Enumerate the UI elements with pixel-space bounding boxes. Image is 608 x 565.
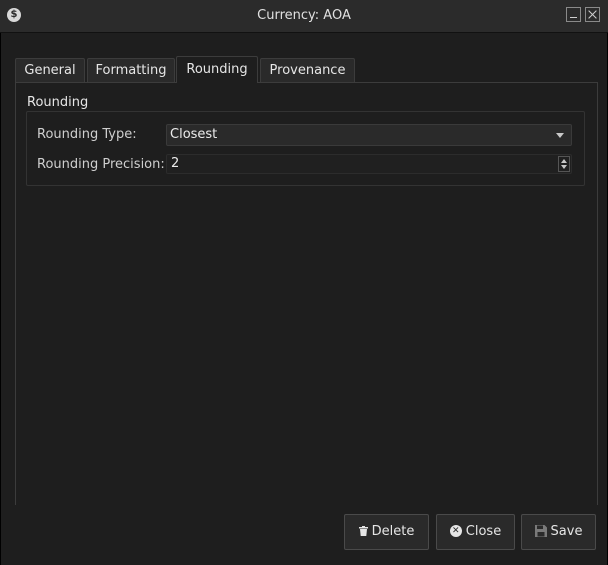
spin-up-icon[interactable] <box>561 159 567 163</box>
close-button[interactable]: ✕ Close <box>436 514 515 550</box>
chevron-down-icon <box>556 133 564 138</box>
minimize-button[interactable] <box>566 7 581 22</box>
close-window-button[interactable] <box>585 7 600 22</box>
close-button-label: Close <box>465 524 502 539</box>
window-frame-left <box>0 33 1 565</box>
rounding-precision-label: Rounding Precision: <box>37 157 165 172</box>
tab-general[interactable]: General <box>15 58 85 82</box>
x-circle-icon: ✕ <box>449 524 462 537</box>
rounding-group-box <box>26 111 585 186</box>
rounding-group-title: Rounding <box>27 95 89 110</box>
spin-buttons[interactable] <box>558 156 570 172</box>
save-button-label: Save <box>550 524 583 539</box>
tab-provenance[interactable]: Provenance <box>260 58 355 82</box>
rounding-precision-stepper[interactable]: 2 <box>166 154 572 174</box>
tab-rounding[interactable]: Rounding <box>176 56 258 83</box>
rounding-type-label: Rounding Type: <box>37 127 137 142</box>
rounding-type-value: Closest <box>170 127 218 142</box>
title-bar[interactable]: $ Currency: AOA <box>0 0 608 33</box>
trash-icon <box>358 525 368 536</box>
delete-button-label: Delete <box>371 524 415 539</box>
delete-button[interactable]: Delete <box>344 514 429 550</box>
save-button[interactable]: Save <box>521 514 596 550</box>
tab-formatting[interactable]: Formatting <box>87 58 175 82</box>
rounding-precision-value: 2 <box>171 156 180 171</box>
window-title: Currency: AOA <box>257 8 351 23</box>
floppy-disk-icon <box>534 524 547 537</box>
spin-down-icon[interactable] <box>561 165 567 169</box>
rounding-type-select[interactable]: Closest <box>166 124 572 146</box>
